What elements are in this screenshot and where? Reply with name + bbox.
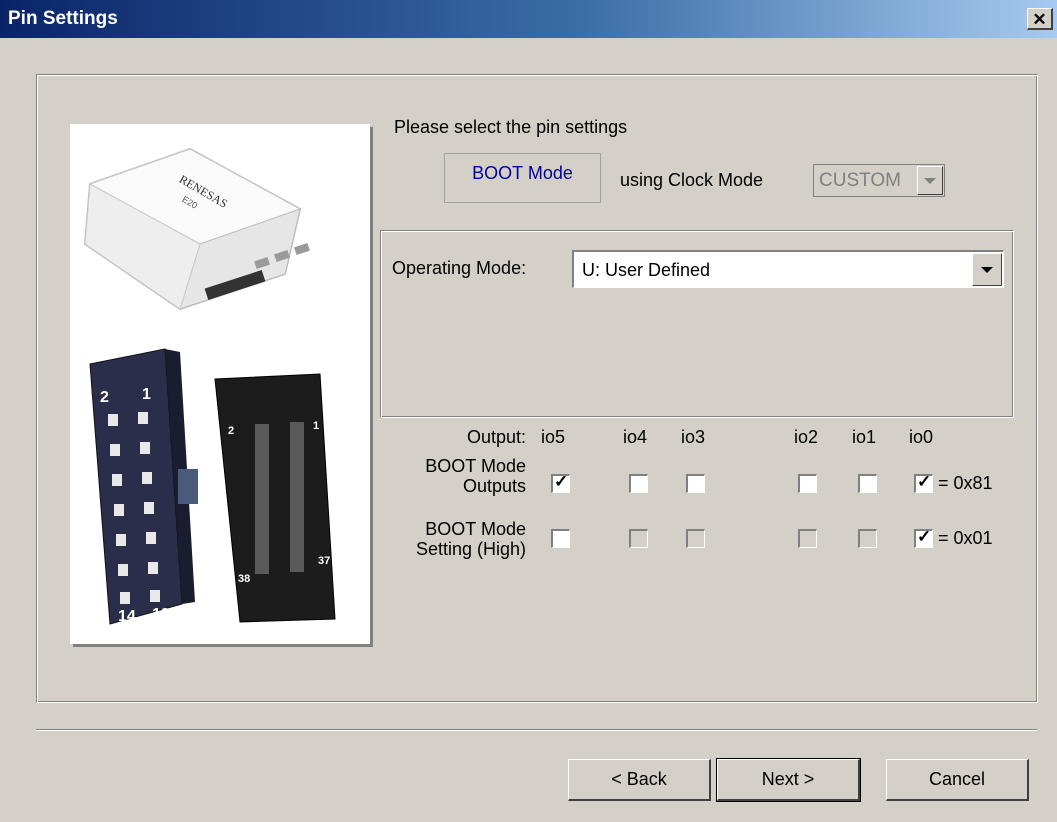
close-button[interactable]: ✕ <box>1027 8 1053 30</box>
operating-mode-combo[interactable]: U: User Defined <box>572 250 1004 288</box>
14-pin-header-drawing: 2 1 14 13 <box>89 348 198 625</box>
window-title: Pin Settings <box>8 8 118 29</box>
boot-setting-hex-value: = 0x01 <box>938 528 993 548</box>
boot-mode-label: BOOT Mode <box>472 163 573 183</box>
right-pin-label-38: 38 <box>238 573 250 585</box>
boot-output-io3-checkbox[interactable] <box>686 474 705 493</box>
column-io1: io1 <box>852 427 877 447</box>
clock-mode-value: CUSTOM <box>819 170 901 191</box>
e20-emulator-illustration: RENESAS E20 2 1 14 13 2 1 38 37 <box>83 147 336 625</box>
boot-output-io4-checkbox[interactable] <box>629 474 648 493</box>
right-pin-label-1: 1 <box>313 420 319 432</box>
left-pin-label-2: 2 <box>100 389 109 406</box>
boot-mode-setting-label-line1: BOOT Mode <box>425 519 526 539</box>
boot-mode-outputs-label-line2: Outputs <box>462 476 526 496</box>
next-button[interactable]: Next > <box>716 758 861 802</box>
check-icon: ✓ <box>917 527 932 546</box>
chevron-down-icon <box>981 266 993 273</box>
right-pin-label-2: 2 <box>228 425 234 437</box>
check-icon: ✓ <box>917 472 932 491</box>
close-icon: ✕ <box>1032 10 1047 29</box>
cancel-button[interactable]: Cancel <box>886 759 1029 801</box>
boot-setting-io2-checkbox <box>798 529 817 548</box>
check-icon: ✓ <box>554 472 569 491</box>
e20-emulator-image: RENESAS E20 2 1 14 13 2 1 38 37 <box>70 124 370 644</box>
left-pin-label-14: 14 <box>118 608 136 625</box>
column-io4: io4 <box>623 427 648 447</box>
boot-setting-io5-checkbox[interactable] <box>551 529 570 548</box>
left-pin-label-13: 13 <box>152 606 170 623</box>
operating-mode-dropdown-button[interactable] <box>972 253 1002 286</box>
button-separator <box>36 729 1037 731</box>
title-bar: Pin Settings ✕ <box>0 0 1057 38</box>
operating-mode-label: Operating Mode: <box>392 258 527 278</box>
chevron-down-icon <box>924 177 936 184</box>
boot-output-io2-checkbox[interactable] <box>798 474 817 493</box>
back-button[interactable]: < Back <box>568 759 711 801</box>
right-pin-label-37: 37 <box>318 555 330 567</box>
left-pin-label-1: 1 <box>142 386 151 403</box>
boot-setting-io4-checkbox <box>629 529 648 548</box>
operating-mode-value: U: User Defined <box>582 260 711 280</box>
column-io3: io3 <box>681 427 706 447</box>
column-io5: io5 <box>541 427 566 447</box>
boot-mode-outputs-label: BOOT Mode Outputs <box>380 456 526 496</box>
clock-mode-combo: CUSTOM <box>813 164 945 197</box>
38-pin-connector-drawing: 2 1 38 37 <box>214 373 336 623</box>
output-label: Output: <box>466 427 526 447</box>
boot-mode-setting-label: BOOT Mode Setting (High) <box>380 519 526 559</box>
pin-settings-prompt: Please select the pin settings <box>394 117 628 137</box>
clock-mode-dropdown-button <box>917 166 943 195</box>
column-io2: io2 <box>794 427 819 447</box>
boot-setting-io3-checkbox <box>686 529 705 548</box>
boot-setting-io1-checkbox <box>858 529 877 548</box>
boot-mode-setting-label-line2: Setting (High) <box>415 539 526 559</box>
e20-pod-drawing: RENESAS E20 <box>83 147 310 311</box>
boot-output-io1-checkbox[interactable] <box>858 474 877 493</box>
boot-output-io0-checkbox[interactable]: ✓ <box>914 472 933 493</box>
column-io0: io0 <box>909 427 934 447</box>
boot-setting-io0-checkbox[interactable]: ✓ <box>914 527 933 548</box>
boot-output-io5-checkbox[interactable]: ✓ <box>551 472 570 493</box>
boot-outputs-hex-value: = 0x81 <box>938 473 993 493</box>
boot-mode-outputs-label-line1: BOOT Mode <box>425 456 526 476</box>
boot-mode-box: BOOT Mode <box>444 153 601 203</box>
using-clock-mode-label: using Clock Mode <box>620 170 764 190</box>
